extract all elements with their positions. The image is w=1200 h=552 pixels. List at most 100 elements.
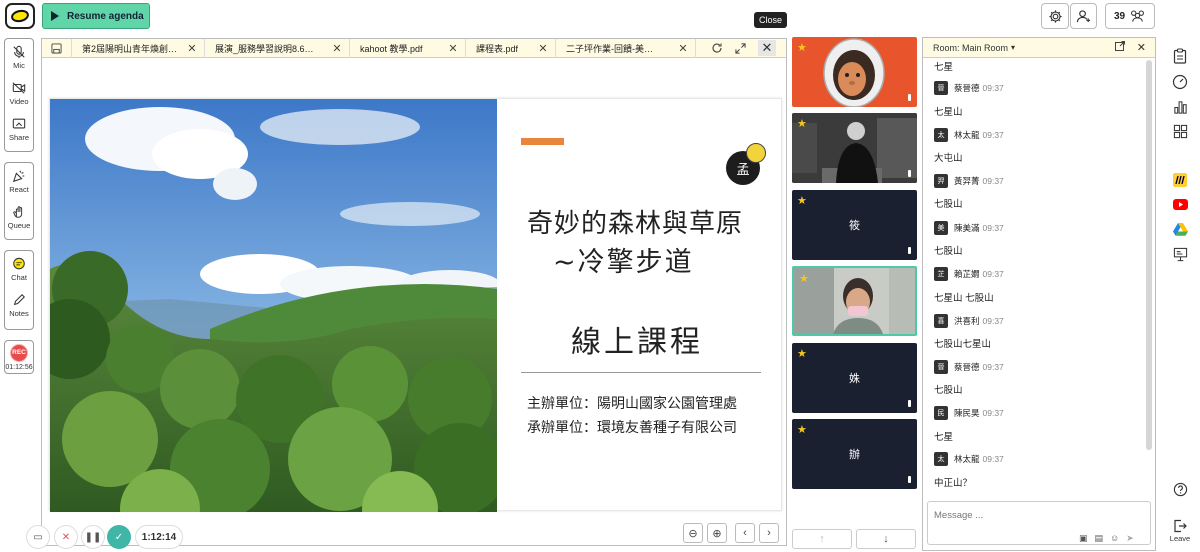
camera-control-button[interactable]: ▭	[26, 525, 50, 549]
video-tile[interactable]: ★	[792, 266, 917, 336]
document-tab[interactable]: 課程表.pdf ✕	[466, 38, 556, 58]
pause-icon: ❚❚	[84, 531, 102, 543]
chevron-down-icon[interactable]: ▾	[1011, 43, 1015, 52]
expand-icon[interactable]	[735, 42, 746, 54]
next-page-button[interactable]: ›	[759, 523, 779, 543]
slide-contractor: 承辦單位：環境友善種子有限公司	[527, 420, 737, 436]
media-controls-group: Mic Video Share	[4, 38, 34, 152]
help-button[interactable]	[1171, 480, 1189, 498]
chat-sender: 陳民昊	[954, 408, 980, 418]
poll-button[interactable]	[1171, 98, 1189, 116]
chat-sender: 洪喜利	[954, 316, 980, 326]
video-tile[interactable]: 筱 ★	[792, 190, 917, 260]
document-tab[interactable]: 第2屆陽明山青年煥創… ✕	[72, 38, 205, 58]
chat-message-header: 太林太龍 09:37	[934, 128, 1004, 142]
react-label: React	[9, 184, 29, 194]
chat-sender: 賴芷嫺	[954, 269, 980, 279]
emoji-icon[interactable]: ☺	[1110, 533, 1119, 544]
refresh-icon[interactable]	[711, 42, 723, 54]
video-tile[interactable]: ★	[792, 113, 917, 183]
mic-status-icon	[908, 400, 911, 407]
clipboard-button[interactable]	[1171, 47, 1189, 65]
react-button[interactable]: React	[5, 163, 33, 199]
chat-button[interactable]: Chat	[5, 251, 33, 287]
popout-icon[interactable]	[1114, 41, 1125, 51]
confirm-button[interactable]: ✓	[107, 525, 131, 549]
camera-icon: ▭	[33, 531, 43, 543]
leave-icon	[1174, 519, 1187, 533]
close-icon[interactable]: ✕	[537, 42, 549, 55]
bar-chart-icon	[1173, 100, 1187, 114]
google-drive-button[interactable]	[1171, 220, 1189, 238]
star-icon: ★	[797, 348, 807, 360]
apps-button[interactable]	[1171, 122, 1189, 140]
presentation-slide: 孟 奇妙的森林與草原 ~冷擎步道 線上課程 主辦單位：陽明山國家公園管理處 承辦…	[49, 98, 782, 512]
save-document-button[interactable]	[42, 38, 72, 58]
youtube-app-button[interactable]	[1171, 195, 1189, 213]
timer-button[interactable]	[1171, 73, 1189, 91]
recording-indicator[interactable]: REC 01:12:56	[4, 340, 34, 374]
avatar: 民	[934, 406, 948, 420]
close-chat-button[interactable]: ✕	[1137, 41, 1146, 54]
zoom-out-icon: ⊖	[688, 527, 698, 540]
close-icon[interactable]: ✕	[447, 42, 459, 55]
mic-muted-icon	[13, 45, 25, 58]
chat-time: 09:37	[982, 362, 1004, 372]
scroll-videos-up-button[interactable]: ↑	[792, 529, 852, 549]
chat-message-text: 七股山七星山	[934, 339, 992, 350]
chat-sender: 林太龍	[954, 130, 980, 140]
resume-agenda-button[interactable]: Resume agenda	[42, 3, 150, 29]
close-icon[interactable]: ✕	[186, 42, 198, 55]
chat-message-text: 七星山	[934, 107, 963, 118]
chat-sender: 陳美滿	[954, 223, 980, 233]
gif-icon[interactable]: ▤	[1095, 533, 1104, 544]
chat-time: 09:37	[982, 316, 1004, 326]
avatar: 美	[934, 221, 948, 235]
video-tile[interactable]: ★	[792, 37, 917, 107]
video-tile[interactable]: 辦 ★	[792, 419, 917, 489]
share-button[interactable]: Share	[5, 111, 33, 147]
chat-label: Chat	[11, 272, 27, 282]
stop-button[interactable]: ✕	[54, 525, 78, 549]
chevron-left-icon: ‹	[743, 527, 747, 539]
zoom-in-button[interactable]: ⊕	[707, 523, 727, 543]
chevron-right-icon: ›	[767, 527, 771, 539]
previous-page-button[interactable]: ‹	[735, 523, 755, 543]
close-icon[interactable]: ✕	[331, 42, 343, 55]
add-user-button[interactable]	[1070, 3, 1097, 29]
miro-app-button[interactable]	[1171, 171, 1189, 189]
document-tab[interactable]: 二子坪作業-回饋-美… ✕	[556, 38, 696, 58]
participants-count: 39	[1113, 10, 1126, 22]
chat-sender: 林太龍	[954, 454, 980, 464]
arrow-down-icon: ↓	[883, 533, 889, 545]
room-selector[interactable]: Room: Main Room	[933, 43, 1008, 53]
zoom-out-button[interactable]: ⊖	[683, 523, 703, 543]
document-tab[interactable]: 展演_服務學習說明8.6… ✕	[205, 38, 350, 58]
send-icon[interactable]: ➤	[1126, 533, 1134, 544]
pencil-icon	[13, 293, 25, 305]
message-input-tools: ▣ ▤ ☺ ➤	[1079, 533, 1134, 544]
chat-message-header: 太林太龍 09:37	[934, 452, 1004, 466]
image-icon[interactable]: ▣	[1079, 533, 1088, 544]
mic-status-icon	[908, 94, 911, 101]
close-viewer-button[interactable]: ✕	[758, 40, 776, 56]
scroll-videos-down-button[interactable]: ↓	[856, 529, 916, 549]
video-off-icon	[12, 81, 26, 94]
avatar: 晉	[934, 360, 948, 374]
pause-button[interactable]: ❚❚	[81, 525, 105, 549]
participants-button[interactable]: 39	[1105, 3, 1155, 29]
leave-button[interactable]: Leave	[1166, 519, 1194, 543]
mic-button[interactable]: Mic	[5, 39, 33, 75]
app-logo[interactable]	[5, 3, 35, 29]
whiteboard-button[interactable]	[1171, 245, 1189, 263]
video-tile[interactable]: 姝 ★	[792, 343, 917, 413]
chat-scrollbar[interactable]	[1146, 60, 1152, 450]
video-button[interactable]: Video	[5, 75, 33, 111]
document-tab[interactable]: kahoot 教學.pdf ✕	[350, 38, 466, 58]
chat-message-header: 晉蔡晉德 09:37	[934, 81, 1004, 95]
notes-button[interactable]: Notes	[5, 287, 33, 323]
settings-button[interactable]	[1041, 3, 1069, 29]
chat-message-text: 七星山 七股山	[934, 293, 994, 304]
close-icon[interactable]: ✕	[677, 42, 689, 55]
queue-button[interactable]: Queue	[5, 199, 33, 235]
